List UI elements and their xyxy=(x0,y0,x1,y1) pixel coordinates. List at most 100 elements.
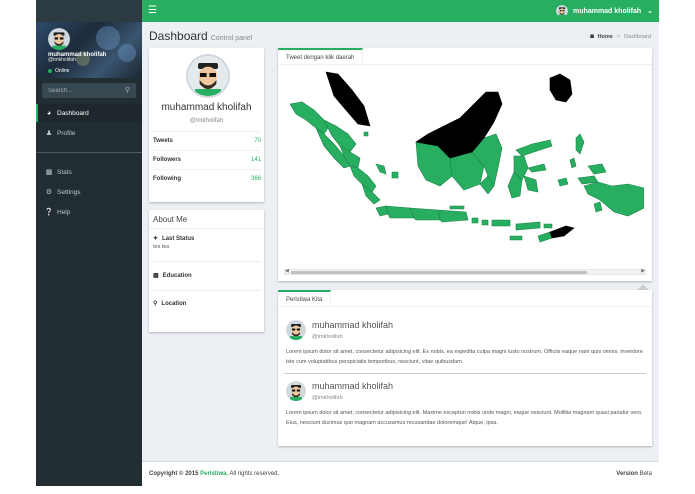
stat-value: 366 xyxy=(250,176,261,182)
stat-value: 141 xyxy=(250,157,261,163)
profile-name: muhammad kholifah xyxy=(161,102,252,113)
version-label: Version xyxy=(616,471,638,477)
stat-label: Followers xyxy=(153,157,182,163)
sidebar-divider xyxy=(36,152,142,153)
online-dot-icon xyxy=(48,69,52,73)
region-alor[interactable] xyxy=(543,223,553,229)
scroll-right-icon[interactable]: ▶ xyxy=(641,268,645,274)
chevron-down-icon: ⌄ xyxy=(647,8,653,15)
region-timor-east[interactable] xyxy=(549,225,575,239)
region-sulawesi-east[interactable] xyxy=(527,163,547,173)
region-sumatra-south[interactable] xyxy=(349,165,377,193)
region-timor-west[interactable] xyxy=(537,231,553,243)
about-label: Education xyxy=(162,272,192,279)
sidebar-search: ⚲ xyxy=(42,83,136,98)
post-text: Lorem ipsum dolor sit amet, consectetur … xyxy=(286,349,643,365)
region-riau-islands[interactable] xyxy=(363,131,369,137)
sidebar-item-label: Profile xyxy=(57,129,76,137)
sidebar-item-label: Stats xyxy=(57,168,72,176)
indonesia-map[interactable] xyxy=(288,68,644,264)
region-lombok[interactable] xyxy=(481,219,489,226)
map-marker-icon: ⚲ xyxy=(153,301,158,307)
brand-link[interactable]: Peristiwa. xyxy=(200,471,228,477)
about-education: ▦ Education xyxy=(153,272,261,280)
search-input[interactable] xyxy=(42,83,122,98)
sidebar-item-label: Help xyxy=(57,208,71,216)
feed-card: Peristiwa Kita muhammad kholifah @tmkhol… xyxy=(278,290,652,446)
region-halmahera[interactable] xyxy=(575,133,585,155)
tab-tweet-map[interactable]: Tweet dengan klik daerah xyxy=(278,48,364,64)
hamburger-icon[interactable]: ☰ xyxy=(148,5,157,17)
breadcrumb: ☗ Home > Dashboard xyxy=(589,34,651,40)
scroll-left-icon[interactable]: ◀ xyxy=(285,268,289,274)
region-belitung[interactable] xyxy=(391,171,399,179)
region-papua-north[interactable] xyxy=(549,73,573,103)
region-sumbawa[interactable] xyxy=(491,219,511,227)
user-icon: ♟ xyxy=(45,130,53,137)
region-sulawesi-southeast[interactable] xyxy=(523,175,539,193)
rights-text: All rights reserved. xyxy=(229,471,280,477)
about-title: About Me xyxy=(153,215,188,224)
breadcrumb-home-link[interactable]: Home xyxy=(598,34,613,40)
page-subtitle: Control panel xyxy=(210,35,253,42)
about-location: ⚲ Location xyxy=(153,300,261,308)
avatar xyxy=(556,5,569,17)
sidebar-item-profile[interactable]: ♟ Profile xyxy=(36,124,142,142)
status-indicator: Online xyxy=(48,68,69,74)
about-card: About Me ✦ Last Status tes tes ▦ Education… xyxy=(149,210,264,332)
region-central-java[interactable] xyxy=(409,207,441,221)
avatar[interactable] xyxy=(286,320,306,340)
sidebar: muhammad kholifah @tmkholifah Online ⚲ ◕… xyxy=(36,22,142,486)
map-scrollbar[interactable]: ◀ ▶ xyxy=(284,268,646,275)
profile-card: muhammad kholifah @tmkholifah Tweets 70 … xyxy=(149,48,264,202)
stat-tweets[interactable]: Tweets 70 xyxy=(153,131,261,150)
user-menu[interactable]: muhammad kholifah ⌄ xyxy=(556,4,653,18)
sidebar-item-settings[interactable]: ⚙ Settings xyxy=(36,183,142,201)
avatar[interactable] xyxy=(286,381,306,401)
post-divider xyxy=(284,373,646,374)
sidebar-item-dashboard[interactable]: ◕ Dashboard xyxy=(36,104,142,122)
region-sumatra-north[interactable] xyxy=(289,101,329,135)
region-east-java[interactable] xyxy=(437,209,469,223)
region-bangka[interactable] xyxy=(375,163,387,175)
region-madura[interactable] xyxy=(449,205,465,210)
footer: Copyright © 2015 Peristiwa. All rights r… xyxy=(142,461,659,486)
user-menu-name: muhammad kholifah xyxy=(573,7,642,15)
region-bali[interactable] xyxy=(471,217,479,224)
question-icon: ❔ xyxy=(44,209,54,216)
region-sulawesi-north[interactable] xyxy=(515,139,553,157)
region-aceh[interactable] xyxy=(325,71,371,127)
dashboard-icon: ◕ xyxy=(46,109,52,117)
stat-following[interactable]: Following 366 xyxy=(153,169,261,188)
page-title: Dashboard Control panel xyxy=(149,30,252,45)
bar-chart-icon: ▩ xyxy=(45,169,53,176)
stat-label: Following xyxy=(153,176,181,182)
region-maluku-north[interactable] xyxy=(569,157,577,169)
post-author[interactable]: muhammad kholifah xyxy=(312,381,393,391)
version-value: Beta xyxy=(639,471,652,477)
logo-area xyxy=(36,0,142,22)
region-flores[interactable] xyxy=(515,221,541,231)
stat-followers[interactable]: Followers 141 xyxy=(153,150,261,169)
version-info: Version Beta xyxy=(616,471,652,477)
scroll-thumb[interactable] xyxy=(291,271,587,274)
region-papua-west[interactable] xyxy=(587,163,607,175)
tab-peristiwa-kita[interactable]: Peristiwa Kita xyxy=(278,290,332,306)
region-buru[interactable] xyxy=(557,177,569,187)
post-handle: @tmkholifah xyxy=(312,334,343,340)
about-label: Location xyxy=(161,300,187,307)
sidebar-item-help[interactable]: ❔ Help xyxy=(36,203,142,221)
sidebar-item-stats[interactable]: ▩ Stats xyxy=(36,163,142,181)
book-icon: ▦ xyxy=(153,273,159,279)
about-last-status: ✦ Last Status tes tes xyxy=(153,235,261,251)
app-frame: ☰ muhammad kholifah ⌄ muhammad kholifah … xyxy=(36,0,659,486)
search-icon[interactable]: ⚲ xyxy=(125,86,130,94)
region-maluku-south[interactable] xyxy=(593,201,603,213)
top-navbar: ☰ muhammad kholifah ⌄ xyxy=(36,0,659,22)
page-title-text: Dashboard xyxy=(149,29,208,43)
status-text: Online xyxy=(55,68,70,74)
region-papua[interactable] xyxy=(583,181,644,217)
post-text: Lorem ipsum dolor sit amet, consectetur … xyxy=(286,410,643,426)
post-author[interactable]: muhammad kholifah xyxy=(312,320,393,330)
region-sumba[interactable] xyxy=(509,235,523,241)
